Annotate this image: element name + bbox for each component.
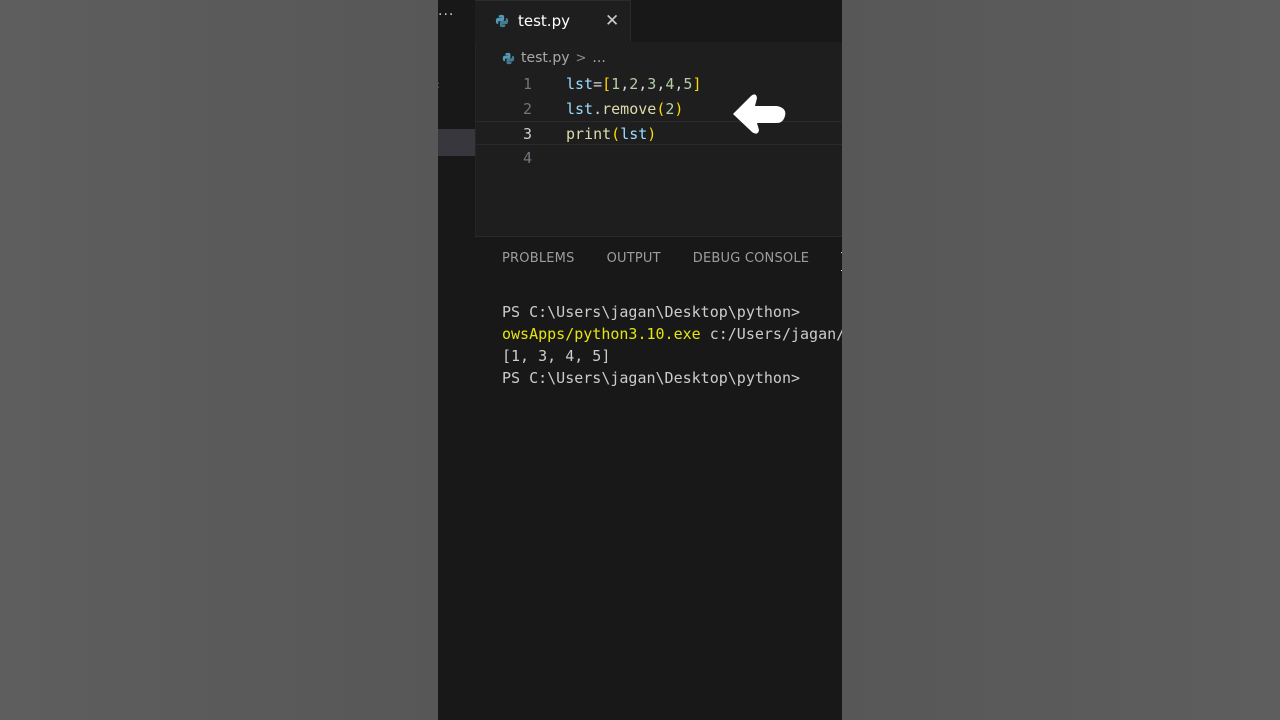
breadcrumb-symbols[interactable]: ... <box>592 50 605 66</box>
code-token: 3 <box>647 75 657 93</box>
more-actions-icon[interactable]: ··· <box>438 7 456 23</box>
vscode-window: ··· ‹ test.py ✕ test.py > ... 1lst=[1,2,… <box>438 0 842 720</box>
code-token: ( <box>656 99 666 118</box>
code-text: print(lst) <box>566 122 656 146</box>
line-number: 1 <box>522 75 532 93</box>
right-blur-panel <box>842 0 1280 720</box>
code-token: . <box>593 99 603 118</box>
code-token: , <box>620 75 630 93</box>
panel-tab-output[interactable]: OUTPUT <box>607 251 661 271</box>
code-token: lst <box>566 75 594 93</box>
terminal-text: c:/Users/jagan/Desktop/python/test.py <box>709 325 842 343</box>
code-token: remove <box>602 99 657 118</box>
terminal-output[interactable]: PS C:\Users\jagan\Desktop\python> owsApps… <box>502 301 842 389</box>
python-file-icon <box>495 14 509 28</box>
explorer-sidebar: ··· ‹ <box>438 0 476 720</box>
explorer-selected-item[interactable] <box>438 129 475 156</box>
terminal-line: PS C:\Users\jagan\Desktop\python> <box>502 301 842 323</box>
code-line[interactable]: 4 <box>475 146 842 170</box>
left-blur-panel <box>0 0 438 720</box>
chevron-icon[interactable]: ‹ <box>438 78 440 92</box>
code-token: ] <box>692 75 702 93</box>
code-text: lst.remove(2) <box>566 97 683 121</box>
code-token: , <box>638 75 648 93</box>
tab-label: test.py <box>518 12 570 30</box>
editor-tab-bar: test.py ✕ <box>475 0 842 42</box>
code-token: = <box>593 75 603 93</box>
code-token: 2 <box>629 75 639 93</box>
pointing-arrow-icon <box>733 94 786 134</box>
terminal-line: owsApps/python3.10.exe c:/Users/jagan/De… <box>502 323 842 345</box>
breadcrumb: test.py > ... <box>502 48 606 68</box>
bottom-panel: PROBLEMS OUTPUT DEBUG CONSOLE TERMINAL PS C… <box>475 236 842 720</box>
chevron-right-icon: > <box>575 50 587 66</box>
terminal-text: [1, 3, 4, 5] <box>502 347 611 365</box>
terminal-text: PS C:\Users\jagan\Desktop\python> <box>502 303 801 321</box>
code-token: ) <box>674 99 684 118</box>
terminal-text: PS C:\Users\jagan\Desktop\python> <box>502 369 801 387</box>
code-token: lst <box>620 125 648 143</box>
line-number: 2 <box>522 99 532 118</box>
close-icon[interactable]: ✕ <box>605 11 619 31</box>
tab-test-py[interactable]: test.py ✕ <box>475 0 631 42</box>
panel-tab-problems[interactable]: PROBLEMS <box>502 251 575 271</box>
line-number: 4 <box>522 148 532 167</box>
terminal-text: owsApps/python3.10.exe <box>502 325 701 343</box>
code-text: lst=[1,2,3,4,5] <box>566 72 701 96</box>
python-file-icon <box>502 52 515 64</box>
code-token: ) <box>647 125 657 143</box>
terminal-line: PS C:\Users\jagan\Desktop\python> <box>502 367 842 389</box>
breadcrumb-file[interactable]: test.py <box>521 50 570 66</box>
code-token: ( <box>611 125 621 143</box>
panel-tab-terminal[interactable]: TERMINAL <box>841 251 842 271</box>
terminal-line: [1, 3, 4, 5] <box>502 345 842 367</box>
code-token: print <box>566 125 612 143</box>
code-token: , <box>656 75 666 93</box>
panel-tab-bar: PROBLEMS OUTPUT DEBUG CONSOLE TERMINAL <box>502 251 842 271</box>
panel-tab-debug-console[interactable]: DEBUG CONSOLE <box>693 251 809 271</box>
code-token: lst <box>566 99 594 118</box>
code-token: 1 <box>611 75 621 93</box>
code-token: [ <box>602 75 612 93</box>
line-number: 3 <box>522 125 532 143</box>
